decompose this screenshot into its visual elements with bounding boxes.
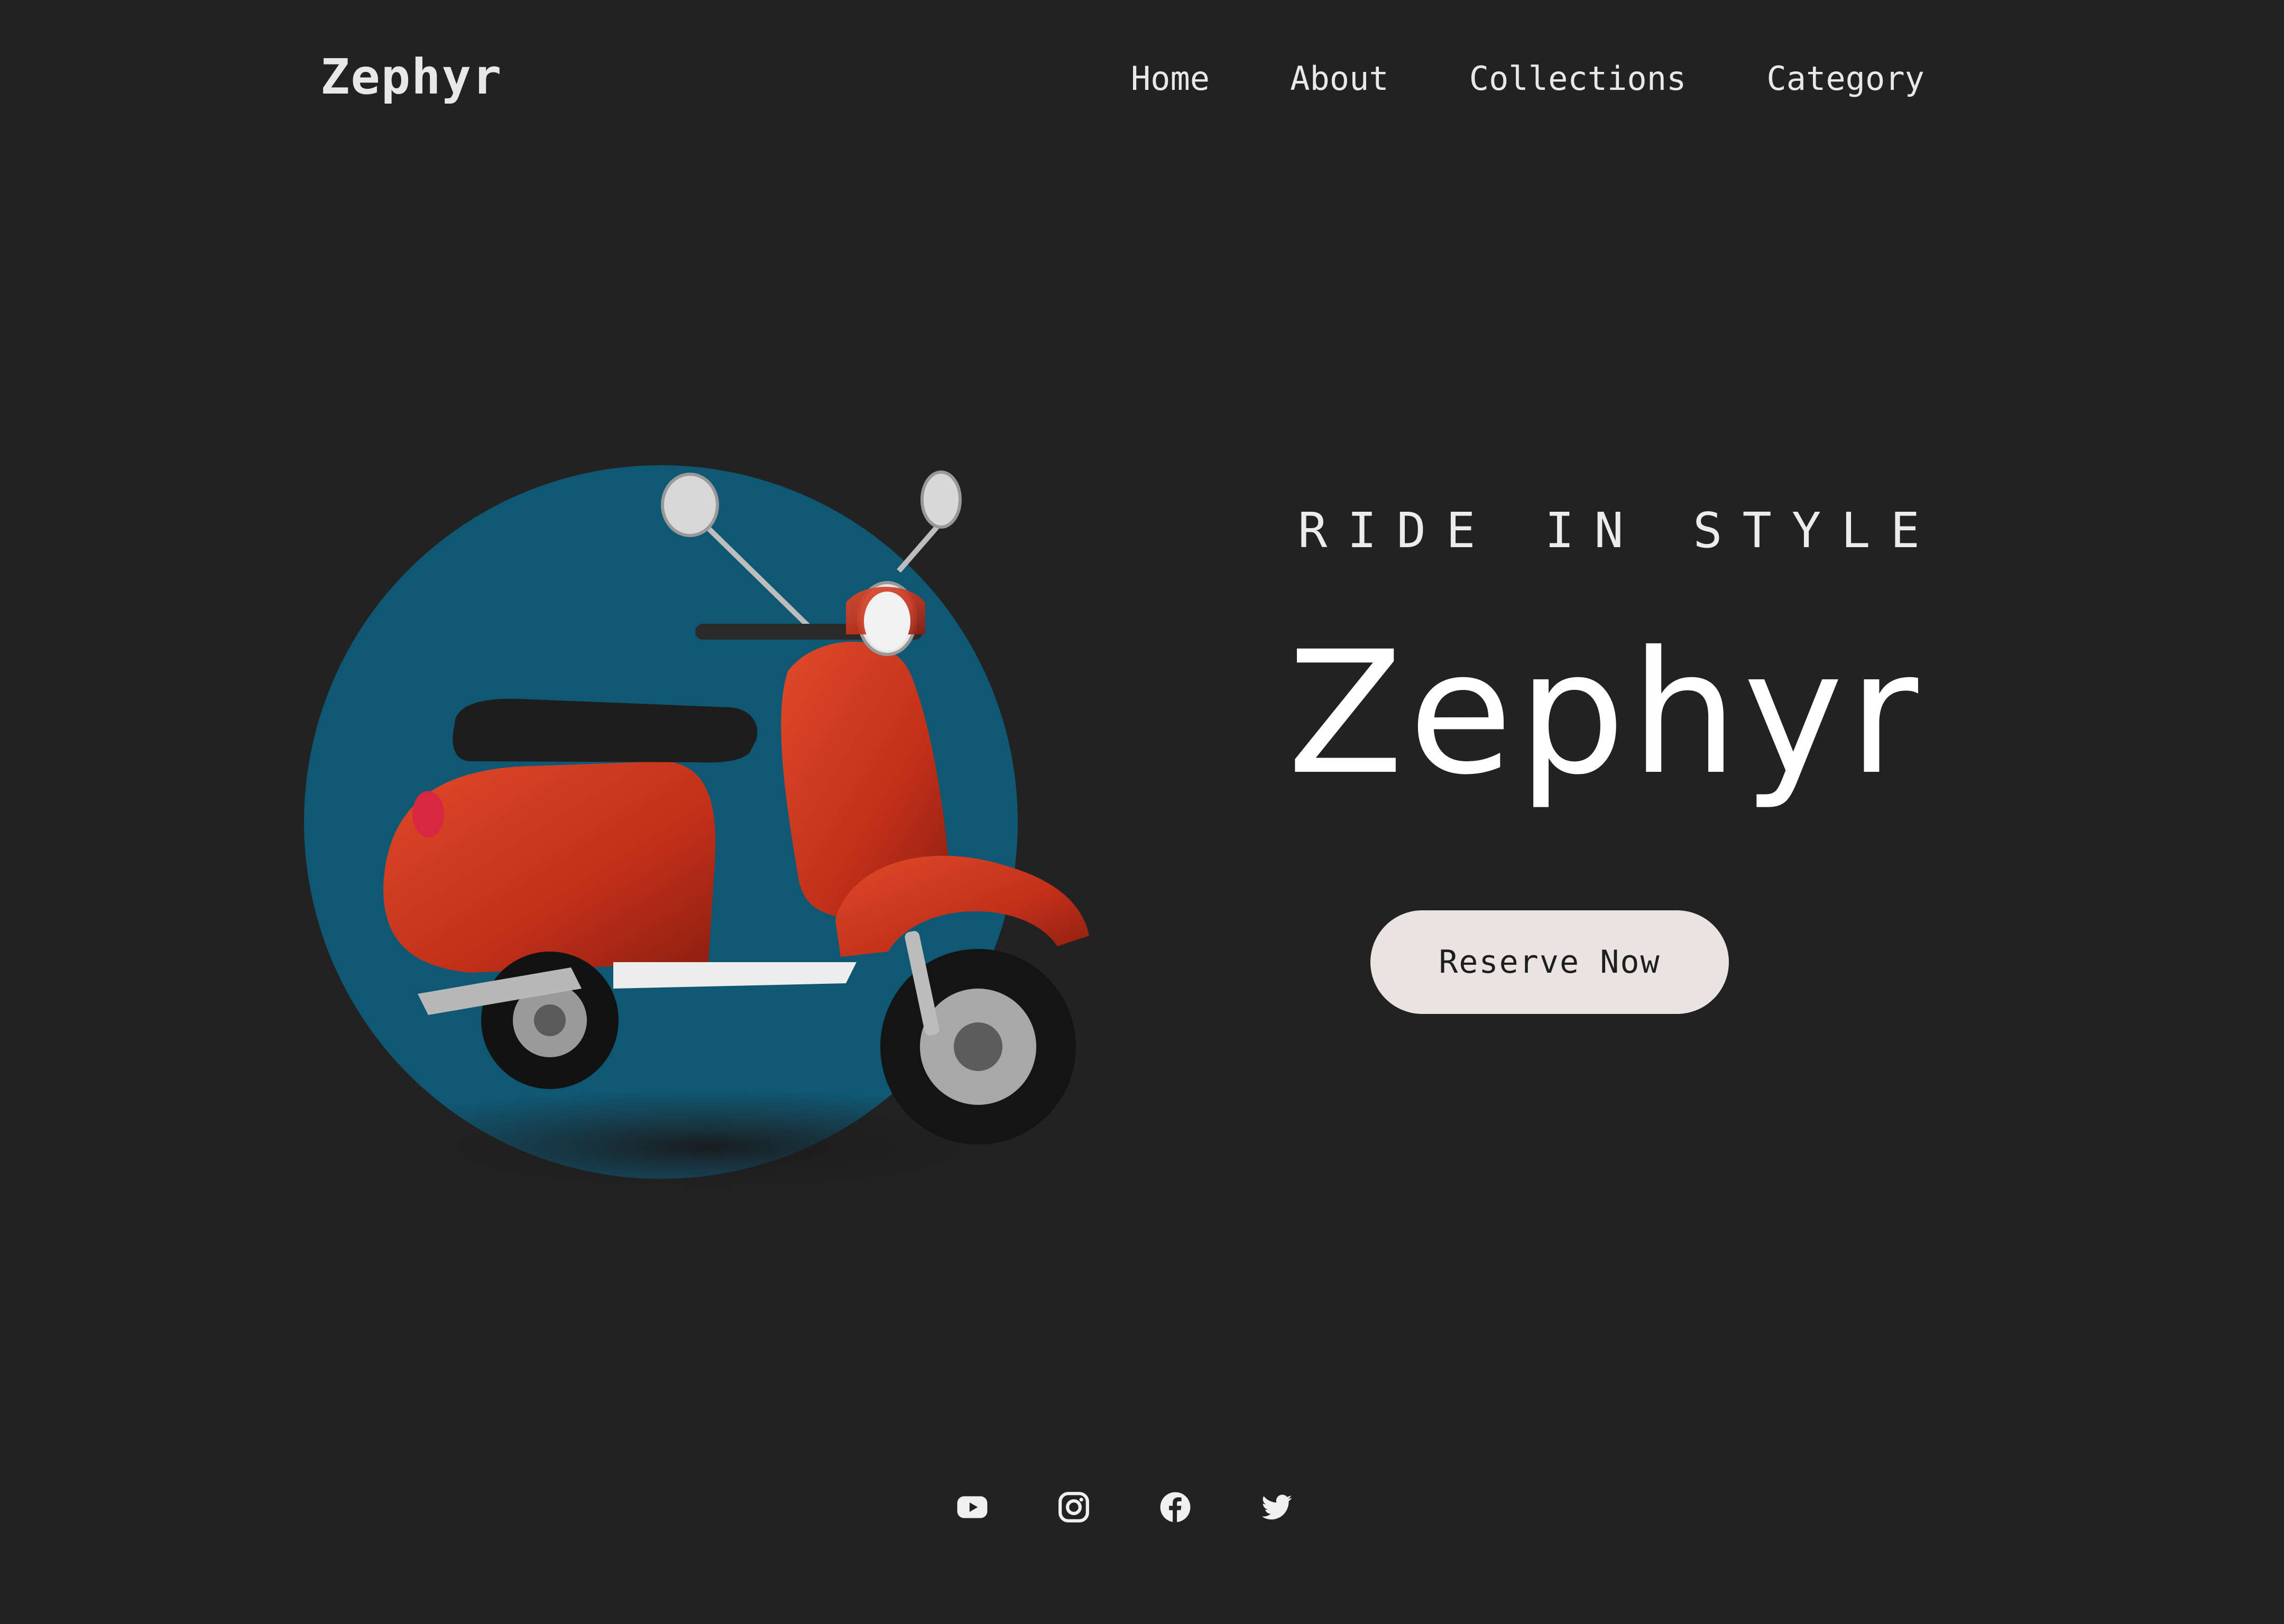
hero-image	[296, 444, 1195, 1248]
facebook-icon[interactable]	[1159, 1491, 1192, 1524]
site-logo[interactable]: Zephyr	[320, 49, 502, 105]
nav-home[interactable]: Home	[1131, 59, 1210, 98]
scooter-illustration	[304, 465, 1089, 1205]
hero-tagline: RIDE IN STYLE	[1298, 502, 1940, 559]
twitter-icon[interactable]	[1260, 1491, 1293, 1524]
instagram-icon[interactable]	[1057, 1491, 1090, 1524]
landing-page: Zephyr Home About Collections Category R…	[0, 0, 2284, 1624]
social-links	[956, 1491, 1293, 1524]
nav-about[interactable]: About	[1290, 59, 1389, 98]
youtube-icon[interactable]	[956, 1491, 989, 1524]
nav-collections[interactable]: Collections	[1469, 59, 1687, 98]
main-nav: Home About Collections Category	[1131, 59, 1924, 98]
hero-title: Zephyr	[1287, 615, 1923, 812]
reserve-now-button[interactable]: Reserve Now	[1370, 910, 1729, 1014]
nav-category[interactable]: Category	[1766, 59, 1924, 98]
